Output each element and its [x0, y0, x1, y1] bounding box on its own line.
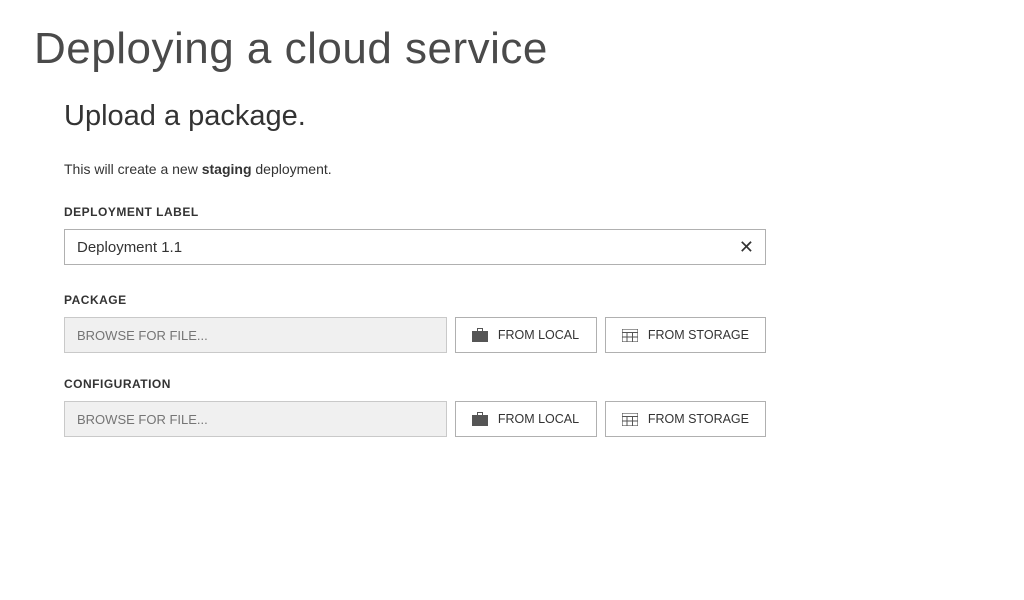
- section-heading: Upload a package.: [64, 100, 1024, 133]
- package-row: FROM LOCAL FROM STORAGE: [64, 317, 766, 353]
- desc-prefix: This will create a new: [64, 161, 202, 177]
- storage-grid-icon: [622, 328, 638, 342]
- briefcase-icon: [472, 412, 488, 426]
- desc-bold: staging: [202, 161, 252, 177]
- briefcase-icon: [472, 328, 488, 342]
- clear-input-button[interactable]: ✕: [735, 238, 758, 256]
- configuration-browse-input[interactable]: [64, 401, 447, 437]
- package-from-local-label: FROM LOCAL: [498, 328, 579, 342]
- configuration-from-storage-button[interactable]: FROM STORAGE: [605, 401, 766, 437]
- desc-suffix: deployment.: [252, 161, 332, 177]
- deployment-label-wrapper: ✕: [64, 229, 766, 265]
- package-from-storage-button[interactable]: FROM STORAGE: [605, 317, 766, 353]
- package-browse-input[interactable]: [64, 317, 447, 353]
- package-from-storage-label: FROM STORAGE: [648, 328, 749, 342]
- configuration-from-local-label: FROM LOCAL: [498, 412, 579, 426]
- package-from-local-button[interactable]: FROM LOCAL: [455, 317, 597, 353]
- configuration-from-storage-label: FROM STORAGE: [648, 412, 749, 426]
- deployment-label-label: DEPLOYMENT LABEL: [64, 205, 1024, 219]
- deployment-label-input[interactable]: [64, 229, 766, 265]
- page-title: Deploying a cloud service: [34, 24, 1024, 74]
- configuration-row: FROM LOCAL FROM STORAGE: [64, 401, 766, 437]
- configuration-from-local-button[interactable]: FROM LOCAL: [455, 401, 597, 437]
- package-label: PACKAGE: [64, 293, 1024, 307]
- configuration-label: CONFIGURATION: [64, 377, 1024, 391]
- upload-panel: Upload a package. This will create a new…: [64, 100, 1024, 437]
- deployment-description: This will create a new staging deploymen…: [64, 161, 1024, 177]
- storage-grid-icon: [622, 412, 638, 426]
